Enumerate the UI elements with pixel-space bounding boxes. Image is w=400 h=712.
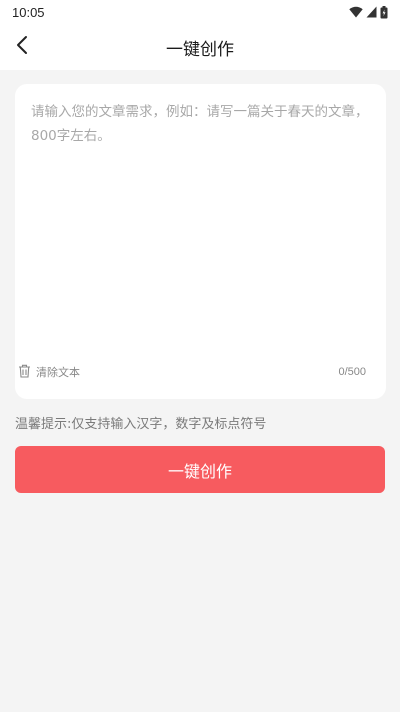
editor-card: [15, 84, 386, 399]
wifi-icon: [349, 6, 363, 18]
back-button[interactable]: [6, 31, 38, 63]
clear-text-button[interactable]: 清除文本: [18, 363, 80, 381]
article-request-input[interactable]: [31, 100, 371, 350]
status-bar: 10:05: [0, 0, 400, 24]
status-time: 10:05: [12, 4, 45, 20]
chevron-left-icon: [15, 35, 29, 59]
screen: 10:05 一键创作 请输入您的文章需求，例如：请写一篇关于春天的文章，800字…: [0, 0, 400, 712]
char-counter: 0/500: [338, 366, 366, 378]
battery-icon: [380, 5, 388, 19]
app-header: 一键创作: [0, 24, 400, 70]
trash-icon: [18, 363, 31, 382]
clear-text-label: 清除文本: [36, 366, 80, 379]
status-icons: [349, 5, 388, 19]
tip-text: 温馨提示:仅支持输入汉字，数字及标点符号: [15, 417, 267, 432]
create-button[interactable]: 一键创作: [15, 446, 385, 493]
page-title: 一键创作: [166, 39, 234, 60]
signal-icon: [366, 6, 377, 18]
